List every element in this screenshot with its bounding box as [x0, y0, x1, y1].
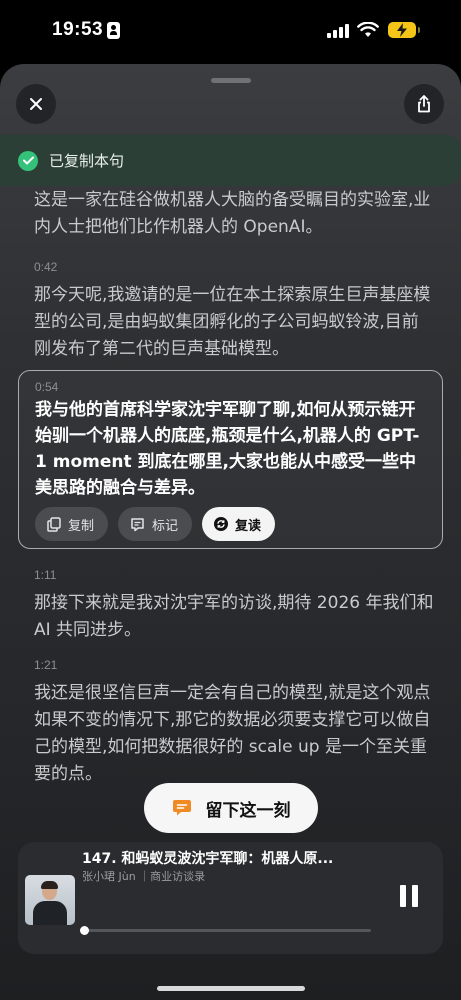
share-icon [418, 95, 430, 113]
mark-button[interactable]: 标记 [118, 507, 193, 541]
close-button[interactable] [16, 84, 56, 124]
mini-player[interactable]: 147. 和蚂蚁灵波沈宇军聊：机器人原... 张小珺 Jùn ｜商业访谈录 [18, 842, 443, 954]
repeat-icon [214, 517, 229, 531]
transcript-segment[interactable]: 0:42 那今天呢,我邀请的是一位在本土探索原生巨声基座模型的公司,是由蚂蚁集团… [34, 260, 434, 363]
copy-button[interactable]: 复制 [35, 507, 109, 541]
status-bar: 19:53 [0, 0, 461, 64]
transcript-segment[interactable]: 1:21 我还是很坚信巨声一定会有自己的模型,就是这个观点如果不变的情况下,那它… [34, 658, 434, 788]
bolt-icon [397, 23, 407, 37]
speech-bubble-icon [172, 800, 191, 816]
segment-text: 这是一家在硅谷做机器人大脑的备受瞩目的实验室,业内人士把他们比作机器人的 Ope… [34, 190, 431, 237]
progress-track[interactable] [81, 929, 371, 932]
segment-timestamp[interactable]: 0:42 [34, 260, 434, 274]
repeat-button[interactable]: 复读 [202, 507, 276, 541]
segment-timestamp[interactable]: 1:21 [34, 658, 434, 672]
repeat-label: 复读 [235, 518, 262, 534]
keep-moment-label: 留下这一刻 [205, 800, 291, 821]
active-segment-text: 我与他的首席科学家沈宇军聊了聊,如何从预示链开始驯一个机器人的底座,瓶颈是什么,… [35, 400, 420, 498]
mark-label: 标记 [152, 518, 179, 534]
battery-charging-icon [388, 22, 420, 38]
transcript-segment[interactable]: 1:11 那接下来就是我对沈宇军的访谈,期待 2026 年我们和 AI 共同进步… [34, 568, 434, 644]
segment-timestamp[interactable]: 1:11 [34, 568, 434, 582]
segment-text: 那今天呢,我邀请的是一位在本土探索原生巨声基座模型的公司,是由蚂蚁集团孵化的子公… [34, 285, 431, 359]
share-button[interactable] [404, 84, 444, 124]
episode-title[interactable]: 147. 和蚂蚁灵波沈宇军聊：机器人原... [82, 848, 333, 868]
episode-subtitle: 张小珺 Jùn ｜商业访谈录 [82, 870, 206, 883]
progress-knob[interactable] [80, 926, 89, 935]
wifi-icon [357, 22, 379, 37]
check-circle-icon [18, 150, 38, 171]
copy-icon [47, 516, 61, 532]
segment-text: 那接下来就是我对沈宇军的访谈,期待 2026 年我们和 AI 共同进步。 [34, 593, 434, 640]
copy-label: 复制 [68, 518, 95, 534]
keep-moment-button[interactable]: 留下这一刻 [144, 783, 318, 833]
transcript-segment[interactable]: 这是一家在硅谷做机器人大脑的备受瞩目的实验室,业内人士把他们比作机器人的 Ope… [34, 187, 434, 241]
toast-text: 已复制本句 [49, 152, 125, 170]
home-indicator [157, 986, 305, 991]
episode-cover[interactable] [25, 875, 75, 925]
status-time: 19:53 [52, 19, 104, 40]
segment-text: 我还是很坚信巨声一定会有自己的模型,就是这个观点如果不变的情况下,那它的数据必须… [34, 683, 431, 784]
segment-timestamp[interactable]: 0:54 [35, 380, 58, 394]
sheet-grabber[interactable] [211, 78, 251, 83]
active-segment-card[interactable]: 0:54 我与他的首席科学家沈宇军聊了聊,如何从预示链开始驯一个机器人的底座,瓶… [18, 370, 443, 549]
segment-actions: 复制 标记 复读 [35, 507, 276, 541]
pause-button[interactable] [400, 885, 420, 907]
copied-toast: 已复制本句 [0, 135, 461, 186]
comment-icon [131, 517, 144, 531]
contact-card-icon [107, 22, 120, 39]
cellular-signal-icon [327, 24, 351, 38]
close-icon [30, 98, 42, 110]
transcript-sheet: 这是一家在硅谷做机器人大脑的备受瞩目的实验室,业内人士把他们比作机器人的 Ope… [0, 64, 461, 1000]
